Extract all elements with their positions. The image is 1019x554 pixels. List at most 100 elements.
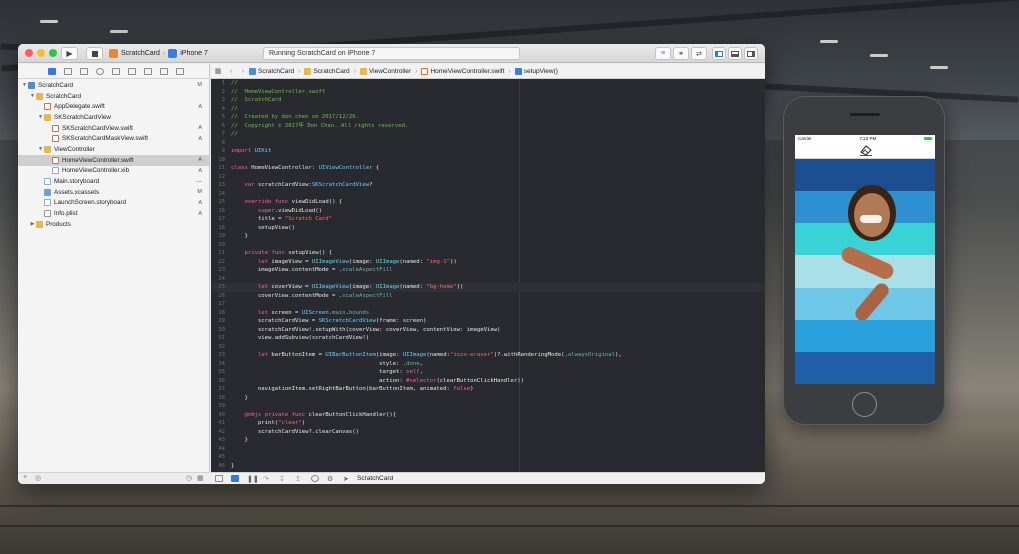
breakpoint-icon[interactable] [156,66,172,77]
source-control-icon[interactable] [60,66,76,77]
step-out-icon[interactable]: ↥ [295,475,303,483]
step-over-icon[interactable]: ↷ [263,475,271,483]
recent-files-icon[interactable]: ◷ [186,474,192,482]
search-icon[interactable] [92,66,108,77]
navigator-item[interactable]: ▶ Products [18,219,209,230]
toggle-utilities-button[interactable] [744,47,758,60]
code-line[interactable]: 30 scratchCardView!.setupWith(coverView:… [211,326,765,335]
assistant-editor-button[interactable]: ⚭ [673,47,689,60]
breakpoints-toggle-icon[interactable] [231,475,239,482]
navigator-item[interactable]: Assets.xcassets M [18,187,209,198]
code-line[interactable]: 43 } [211,436,765,445]
back-arrow-icon[interactable]: ‹ [225,68,237,75]
toggle-navigator-button[interactable] [712,47,726,60]
hide-debug-area-icon[interactable] [215,475,223,482]
code-line[interactable]: 42 scratchCardView?.clearCanvas() [211,428,765,437]
report-icon[interactable] [172,66,188,77]
filter-icon[interactable]: ◎ [35,474,41,482]
toggle-debug-area-button[interactable] [728,47,742,60]
code-line[interactable]: 36 action: #selector(clearButtonClickHan… [211,377,765,386]
code-line[interactable]: 24 [211,275,765,284]
minimize-window-button[interactable] [37,49,45,57]
disclosure-open-icon[interactable]: ▼ [21,82,28,88]
code-line[interactable]: 7 // [211,130,765,139]
code-line[interactable]: 35 target: self, [211,368,765,377]
code-line[interactable]: 39 [211,402,765,411]
code-line[interactable]: 32 [211,343,765,352]
code-line[interactable]: 28 let screen = UIScreen.main.bounds [211,309,765,318]
disclosure-closed-icon[interactable]: ▶ [29,221,36,227]
code-line[interactable]: 46} [211,462,765,471]
code-line[interactable]: 20 [211,241,765,250]
code-line[interactable]: 19 } [211,232,765,241]
code-line[interactable]: 9 import UIKit [211,147,765,156]
code-line[interactable]: 41 print("clear") [211,419,765,428]
code-line[interactable]: 14 [211,190,765,199]
view-hierarchy-icon[interactable] [311,475,319,482]
navigator-item[interactable]: Info.plist A [18,208,209,219]
related-items-icon[interactable]: ▦ [211,67,225,75]
navigator-item[interactable]: HomeViewController.xib A [18,166,209,177]
code-line[interactable]: 44 [211,445,765,454]
code-line[interactable]: 5 // Created by don chen on 2017/12/26. [211,113,765,122]
warning-icon[interactable] [108,66,124,77]
code-line[interactable]: 40 @objc private func clearButtonClickHa… [211,411,765,420]
code-line[interactable]: 13 var scratchCardView:SKScratchCardView… [211,181,765,190]
code-line[interactable]: 23 imageView.contentMode = .scaleAspectF… [211,266,765,275]
navigator-item[interactable]: LaunchScreen.storyboard A [18,198,209,209]
close-window-button[interactable] [25,49,33,57]
code-line[interactable]: 10 [211,156,765,165]
code-line[interactable]: 3 // ScratchCard [211,96,765,105]
jumpbar-project[interactable]: ScratchCard [249,67,294,75]
code-line[interactable]: 4 // [211,105,765,114]
home-button[interactable] [852,392,877,417]
code-line[interactable]: 21 private func setupView() { [211,249,765,258]
code-line[interactable]: 33 let barButtonItem = UIBarButtonItem(i… [211,351,765,360]
simulator-screen[interactable]: Carrier 7:23 PM [795,135,935,384]
code-line[interactable]: 37 navigationItem.setRightBarButton(barB… [211,385,765,394]
code-line[interactable]: 1 // [211,79,765,88]
code-area[interactable]: 1 // 2 // HomeViewController.swift 3 // Scrat… [211,79,765,472]
symbol-icon[interactable] [76,66,92,77]
pause-icon[interactable]: ❚❚ [247,475,259,483]
code-line[interactable]: 15 override func viewDidLoad() { [211,198,765,207]
code-line[interactable]: 34 style: .done, [211,360,765,369]
add-icon[interactable]: + [23,474,27,481]
navigator-item[interactable]: SKScratchCardMaskView.swift A [18,133,209,144]
code-line[interactable]: 18 setupView() [211,224,765,233]
jumpbar-method[interactable]: setupView() [514,67,558,75]
source-control-filter-icon[interactable]: ▦ [197,474,204,482]
run-button[interactable]: ▶ [61,47,78,60]
code-line[interactable]: 8 [211,139,765,148]
scheme-selector[interactable]: ScratchCard › iPhone 7 [109,47,208,60]
code-line[interactable]: 2 // HomeViewController.swift [211,88,765,97]
navigator-item[interactable]: Main.storyboard — [18,176,209,187]
navigator-item[interactable]: ▼ SKScratchCardView [18,112,209,123]
test-icon[interactable] [124,66,140,77]
navigator-item[interactable]: SKScratchCardView.swift A [18,123,209,134]
code-line[interactable]: 29 scratchCardView = SKScratchCardView(f… [211,317,765,326]
eraser-icon[interactable] [859,144,873,156]
jumpbar-file[interactable]: HomeViewController.swift [421,67,504,75]
jumpbar-subgroup[interactable]: ViewController [359,67,411,75]
folder-icon[interactable] [44,66,60,77]
disclosure-open-icon[interactable]: ▼ [29,93,36,99]
zoom-window-button[interactable] [49,49,57,57]
disclosure-open-icon[interactable]: ▼ [37,146,44,152]
navigator-item[interactable]: AppDelegate.swift A [18,101,209,112]
debug-icon[interactable] [140,66,156,77]
forward-arrow-icon[interactable]: › [237,68,249,75]
location-icon[interactable]: ➤ [343,475,351,483]
memory-graph-icon[interactable]: ⚙ [327,475,335,483]
version-editor-button[interactable]: ⇄ [691,47,707,60]
navigator-item[interactable]: ▼ ScratchCard [18,91,209,102]
code-line[interactable]: 11 class HomeViewController: UIViewContro… [211,164,765,173]
code-line[interactable]: 38 } [211,394,765,403]
code-line[interactable]: 27 [211,300,765,309]
code-line[interactable]: 22 let imageView = UIImageView(image: UI… [211,258,765,267]
jumpbar-group[interactable]: ScratchCard [304,67,350,75]
stop-button[interactable] [86,47,103,60]
code-line[interactable]: 16 super.viewDidLoad() [211,207,765,216]
code-line[interactable]: 25 let coverView = UIImageView(image: UI… [211,283,765,292]
code-line[interactable]: 45 [211,453,765,462]
